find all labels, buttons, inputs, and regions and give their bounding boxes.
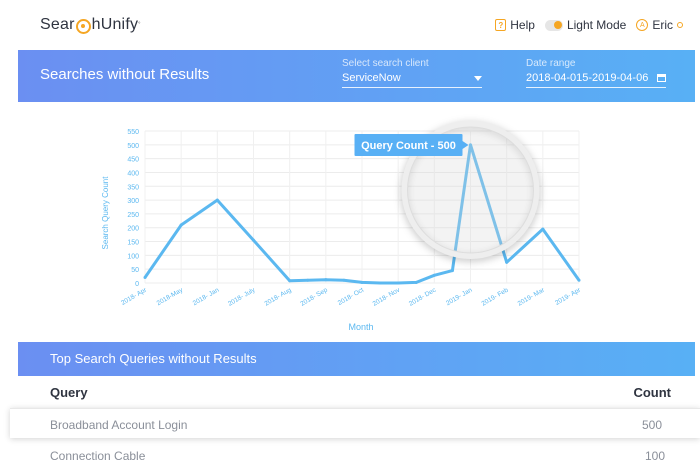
calendar-icon	[657, 74, 666, 82]
data-point[interactable]	[179, 223, 183, 227]
help-label: Help	[510, 18, 535, 32]
user-menu[interactable]: A Eric	[636, 18, 683, 32]
x-tick-label: 2018- Dec	[408, 286, 438, 307]
logo-trademark: °	[138, 22, 141, 28]
data-point[interactable]	[360, 280, 364, 284]
y-tick-label: 550	[127, 129, 139, 136]
help-icon: ?	[495, 19, 507, 31]
help-link[interactable]: ? Help	[495, 18, 535, 32]
x-tick-label: 2019- Jan	[445, 286, 474, 307]
date-range-value: 2018-04-015-2019-04-06	[526, 72, 649, 84]
top-queries-header: Top Search Queries without Results	[18, 342, 695, 376]
data-point[interactable]	[288, 279, 292, 283]
data-point[interactable]	[378, 281, 382, 285]
data-point[interactable]	[577, 278, 581, 282]
data-point[interactable]	[432, 273, 436, 277]
search-client-select[interactable]: Select search client ServiceNow	[342, 58, 482, 88]
data-point[interactable]	[306, 278, 310, 282]
search-client-label: Select search client	[342, 58, 429, 69]
data-point[interactable]	[324, 278, 328, 282]
dashboard-page: Sear hUnify ° ? Help Light Mode A Eric S…	[10, 0, 700, 467]
top-queries-title: Top Search Queries without Results	[50, 351, 257, 366]
user-avatar-icon: A	[636, 19, 649, 31]
x-tick-label: 2018-May	[156, 286, 185, 307]
x-tick-label: 2018- Aug	[263, 286, 293, 307]
data-point[interactable]	[252, 238, 255, 242]
y-tick-label: 50	[131, 267, 139, 274]
report-header: Searches without Results Select search c…	[18, 50, 695, 102]
y-tick-label: 350	[127, 184, 139, 191]
count-cell: 100	[644, 449, 665, 463]
user-name: Eric	[652, 18, 673, 32]
x-tick-label: 2019- Feb	[480, 286, 509, 307]
table-row[interactable]: Broadband Account Login 500	[10, 408, 700, 438]
date-range-picker[interactable]: Date range 2018-04-015-2019-04-06	[526, 58, 666, 88]
y-tick-label: 0	[135, 281, 139, 288]
light-mode-toggle[interactable]: Light Mode	[544, 18, 627, 32]
user-menu-dot-icon	[677, 22, 683, 28]
chart-area: 0 50 100 150 200 250 300 350 400 450 500 550 2018- …	[18, 102, 695, 342]
search-client-value: ServiceNow	[342, 72, 401, 84]
chart-tooltip-text: Query Count - 500	[361, 140, 456, 152]
x-axis-label: Month	[348, 322, 373, 332]
y-tick-label: 400	[127, 170, 139, 177]
top-bar: Sear hUnify ° ? Help Light Mode A Eric	[18, 0, 695, 50]
logo-text-left: Sear	[40, 16, 75, 33]
x-tick-label: 2018- July	[227, 286, 257, 307]
column-header-query[interactable]: Query	[50, 385, 88, 400]
x-tick-label: 2018- Nov	[372, 286, 402, 307]
x-tick-label: 2019- Apr	[554, 286, 583, 307]
y-tick-label: 500	[127, 143, 139, 150]
column-header-count[interactable]: Count	[633, 385, 671, 400]
data-point[interactable]	[215, 198, 219, 202]
x-tick-label: 2018- Jan	[192, 286, 221, 307]
logo-text-right: hUnify	[91, 16, 139, 33]
x-tick-label: 2018- Apr	[120, 286, 149, 307]
data-point[interactable]	[342, 278, 346, 282]
query-cell: Broadband Account Login	[50, 418, 188, 432]
app-logo[interactable]: Sear hUnify °	[40, 16, 141, 34]
data-point[interactable]	[505, 260, 509, 264]
chevron-down-icon	[474, 75, 482, 81]
y-tick-label: 200	[127, 226, 139, 233]
data-point[interactable]	[541, 227, 545, 231]
x-tick-label: 2018- Sep	[299, 286, 329, 307]
data-point[interactable]	[414, 280, 418, 284]
table-column-headers: Query Count	[18, 376, 695, 406]
y-tick-label: 450	[127, 157, 139, 164]
data-point[interactable]	[450, 269, 454, 273]
query-cell: Connection Cable	[50, 449, 146, 463]
light-mode-label: Light Mode	[566, 18, 627, 32]
top-nav: ? Help Light Mode A Eric	[495, 18, 683, 32]
data-point[interactable]	[396, 281, 400, 285]
count-cell: 500	[641, 418, 662, 432]
toggle-switch-icon	[544, 19, 563, 31]
x-tick-label: 2018- Oct	[337, 287, 365, 307]
table-row[interactable]: Connection Cable 100	[18, 440, 695, 467]
y-tick-label: 150	[127, 240, 139, 247]
data-point[interactable]	[143, 275, 147, 279]
y-axis-label: Search Query Count	[101, 176, 110, 250]
y-tick-label: 100	[127, 253, 139, 260]
y-tick-label: 300	[127, 198, 139, 205]
searches-line-chart: 0 50 100 150 200 250 300 350 400 450 500 550 2018- …	[101, 121, 583, 332]
y-tick-label: 250	[127, 212, 139, 219]
x-tick-label: 2019- Mar	[517, 286, 547, 307]
page-title: Searches without Results	[40, 66, 210, 83]
date-range-label: Date range	[526, 58, 576, 69]
logo-mark-icon	[75, 18, 91, 34]
